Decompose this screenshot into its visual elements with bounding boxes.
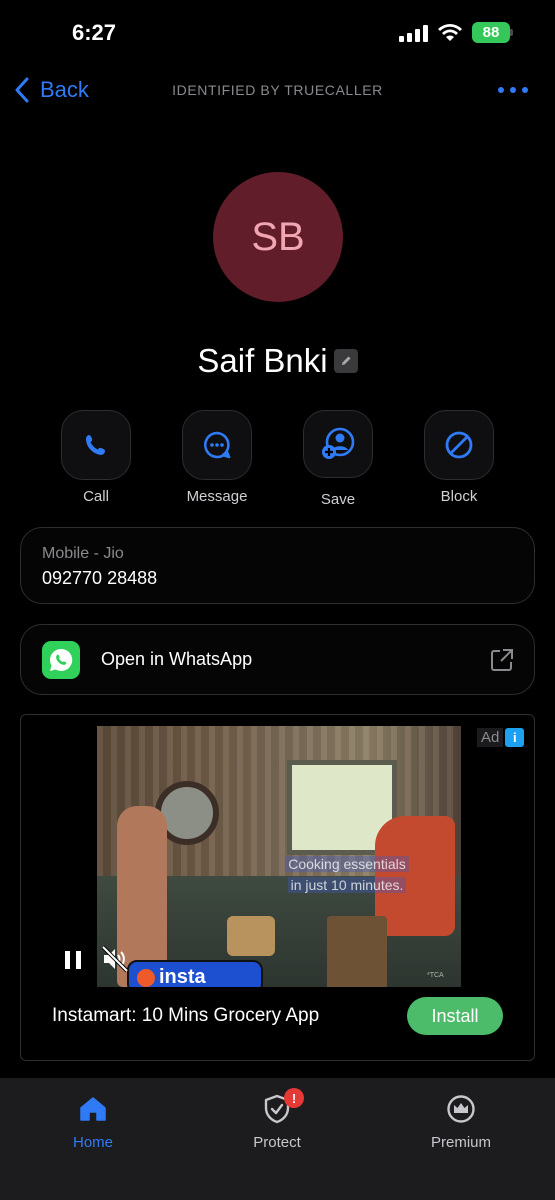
- ad-title: Instamart: 10 Mins Grocery App: [52, 1005, 320, 1026]
- save-button[interactable]: [303, 410, 373, 478]
- crown-icon: [447, 1095, 475, 1123]
- cellular-signal-icon: [399, 24, 429, 42]
- avatar: SB: [213, 172, 343, 302]
- wifi-icon: [437, 22, 463, 42]
- tab-premium[interactable]: Premium: [406, 1092, 516, 1151]
- home-icon: [80, 1097, 106, 1121]
- call-action[interactable]: Call: [46, 410, 146, 505]
- ad-scene-table: [327, 916, 387, 987]
- status-time: 6:27: [72, 20, 117, 45]
- speaker-muted-icon: [101, 945, 129, 973]
- protect-alert-badge: !: [284, 1088, 304, 1108]
- block-button[interactable]: [424, 410, 494, 480]
- phone-number[interactable]: 092770 28488: [42, 568, 157, 589]
- more-options-button[interactable]: [498, 80, 528, 100]
- ad-brand-logo: insta: [127, 960, 263, 987]
- pause-button[interactable]: [65, 951, 81, 969]
- pencil-icon: [341, 356, 351, 365]
- ad-video[interactable]: Cooking essentials in just 10 minutes. i…: [97, 726, 461, 987]
- message-icon: [204, 431, 231, 459]
- tab-bar: Home ! Protect Premium: [0, 1078, 555, 1200]
- whatsapp-label: Open in WhatsApp: [101, 649, 253, 669]
- external-link-icon: [489, 647, 515, 678]
- message-button[interactable]: [182, 410, 252, 480]
- contact-name: Saif Bnki: [197, 342, 328, 379]
- block-label: Block: [440, 488, 478, 505]
- ad-card: Cooking essentials in just 10 minutes. i…: [20, 714, 535, 1061]
- save-action[interactable]: Save: [288, 410, 388, 508]
- call-button[interactable]: [61, 410, 131, 480]
- tab-home-label: Home: [72, 1134, 113, 1151]
- page-title: IDENTIFIED BY TRUECALLER: [172, 82, 383, 98]
- tab-premium-label: Premium: [430, 1134, 491, 1151]
- phone-number-card[interactable]: Mobile - Jio 092770 28488: [20, 527, 535, 604]
- phone-icon: [86, 435, 105, 455]
- ad-label: Ad: [477, 728, 504, 747]
- block-icon: [445, 431, 473, 459]
- status-bar: 6:27 88: [0, 0, 555, 66]
- phone-type-label: Mobile - Jio: [42, 545, 124, 562]
- ad-badge[interactable]: Ad i: [477, 727, 525, 748]
- message-label: Message: [186, 488, 248, 505]
- tab-protect-label: Protect: [253, 1134, 301, 1151]
- info-icon[interactable]: i: [505, 728, 525, 747]
- add-contact-icon: [322, 427, 355, 459]
- call-label: Call: [83, 488, 109, 505]
- ad-caption: Cooking essentials in just 10 minutes.: [247, 854, 447, 896]
- ad-caption-line1: Cooking essentials: [285, 856, 409, 872]
- message-action[interactable]: Message: [167, 410, 267, 505]
- save-label: Save: [320, 491, 356, 508]
- ad-caption-line2: in just 10 minutes.: [287, 877, 407, 893]
- ad-brand-text: insta: [159, 965, 206, 988]
- open-whatsapp-button[interactable]: Open in WhatsApp: [20, 624, 535, 695]
- block-action[interactable]: Block: [409, 410, 509, 505]
- whatsapp-icon: [42, 641, 80, 679]
- battery-cap: [510, 29, 513, 36]
- ad-scene-basket: [227, 916, 275, 956]
- battery-indicator: 88: [472, 22, 510, 43]
- mute-button[interactable]: [101, 945, 129, 978]
- install-button[interactable]: Install: [407, 997, 503, 1035]
- tab-protect[interactable]: ! Protect: [222, 1088, 332, 1151]
- navigation-bar: Back IDENTIFIED BY TRUECALLER: [0, 66, 555, 114]
- tab-home[interactable]: Home: [38, 1092, 148, 1151]
- edit-name-button[interactable]: [333, 349, 358, 373]
- contact-name-row: Saif Bnki: [0, 342, 555, 380]
- ad-disclaimer: *TCA: [427, 972, 444, 979]
